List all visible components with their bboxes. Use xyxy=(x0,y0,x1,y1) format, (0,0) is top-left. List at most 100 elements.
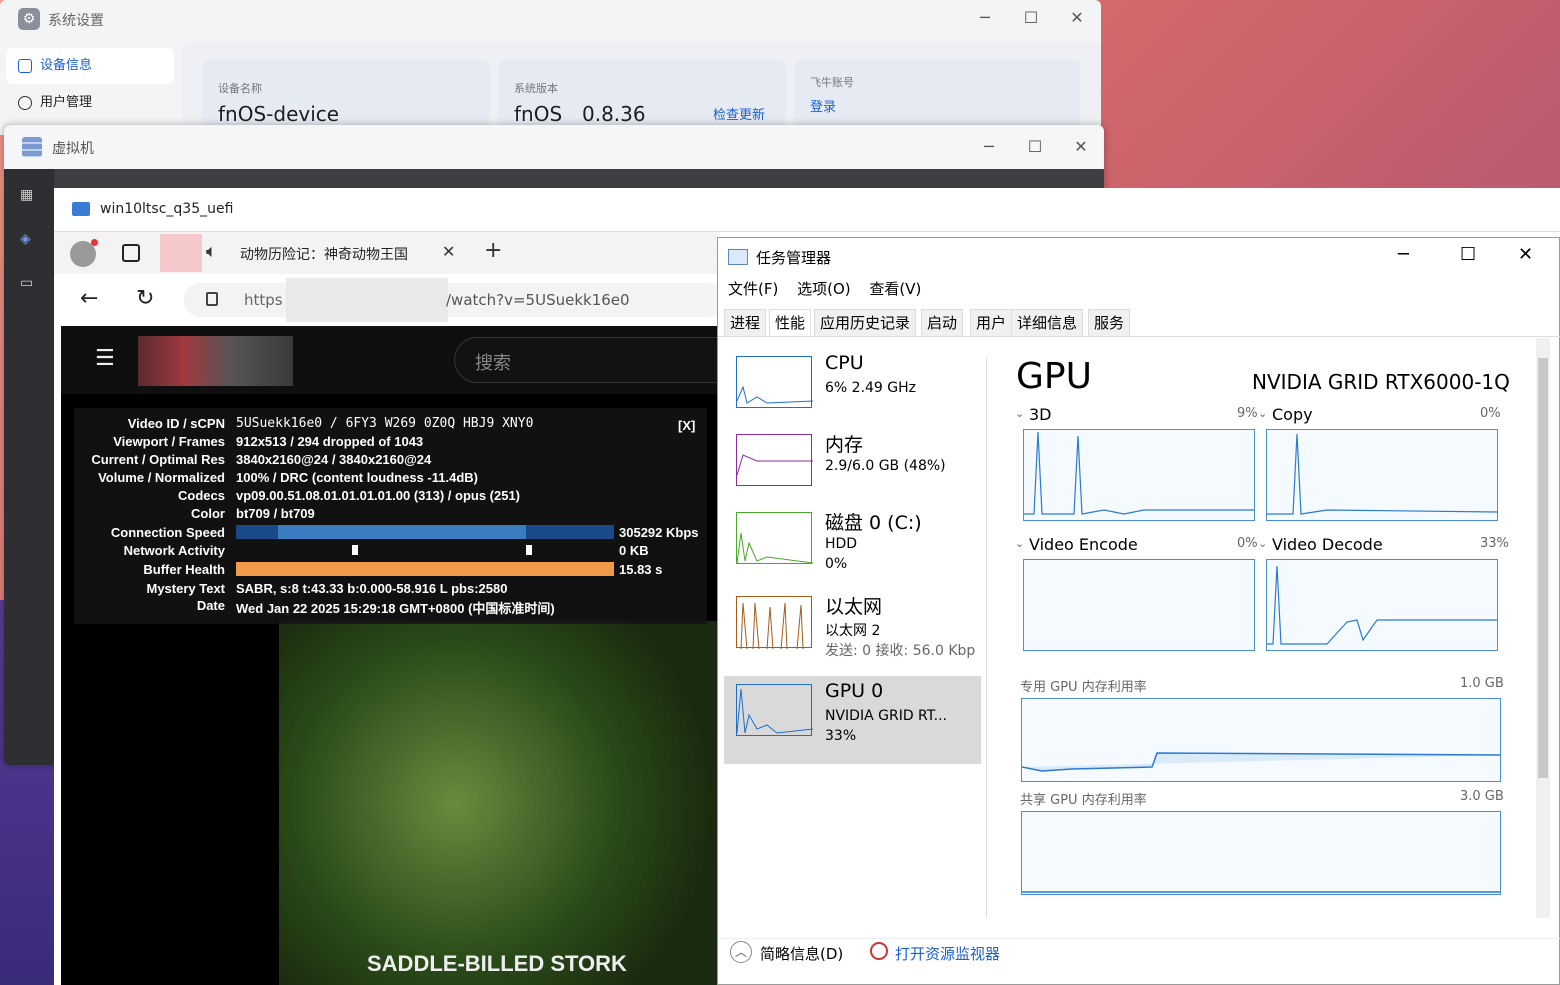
tab-title[interactable]: 动物历险记：神奇动物王国 xyxy=(240,244,430,264)
system-settings-window: ⚙ 系统设置 ─ ☐ ✕ 设备信息 用户管理 设备名称 fnOS-device … xyxy=(0,0,1101,135)
shared-memory-graph xyxy=(1021,811,1501,895)
chevron-down-icon[interactable]: ⌄ xyxy=(1258,407,1267,420)
perf-item[interactable]: CPU 6% 2.49 GHz xyxy=(724,348,981,436)
minimize-button[interactable]: ─ xyxy=(962,8,1008,27)
engine-label[interactable]: 3D xyxy=(1029,405,1052,424)
stats-key: Connection Speed xyxy=(110,525,225,540)
tab-0[interactable]: 进程 xyxy=(724,309,767,337)
stats-row: Volume / Normalized 100% / DRC (content l… xyxy=(74,470,707,488)
network-activity-bar xyxy=(236,543,614,557)
url-redacted xyxy=(286,278,448,322)
perf-item[interactable]: 以太网 以太网 2 发送: 0 接收: 56.0 Kbp xyxy=(724,588,981,676)
stats-value: SABR, s:8 t:43.33 b:0.000-58.916 L pbs:2… xyxy=(236,581,508,596)
window-title: win10ltsc_q35_uefi xyxy=(100,201,234,217)
footer: ︿ 简略信息(D) 打开资源监视器 xyxy=(718,938,1560,982)
engine-label[interactable]: Video Decode xyxy=(1272,535,1383,554)
os-version-value: 0.8.36 xyxy=(582,102,646,126)
title-bar[interactable]: ⚙ 系统设置 ─ ☐ ✕ xyxy=(0,0,1101,38)
title-bar[interactable]: win10ltsc_q35_uefi xyxy=(54,188,1560,232)
engine-label[interactable]: Copy xyxy=(1272,405,1313,424)
tab-2[interactable]: 应用历史记录 xyxy=(814,309,917,337)
video-caption: SADDLE-BILLED STORK xyxy=(367,951,627,976)
perf-thumbnail-graph xyxy=(736,512,814,564)
menu-view[interactable]: 查看(V) xyxy=(869,280,921,298)
browser-tab-bar: 🔈︎ 动物历险记：神奇动物王国 ✕ + xyxy=(54,232,718,274)
tab-1[interactable]: 性能 xyxy=(769,309,812,337)
back-icon[interactable]: ← xyxy=(80,286,98,311)
open-resource-monitor-link[interactable]: 打开资源监视器 xyxy=(895,943,1000,964)
perf-item-text: CPU xyxy=(825,352,864,374)
menu-options[interactable]: 选项(O) xyxy=(797,280,851,298)
perf-item-text: HDD xyxy=(825,536,858,552)
perf-item-text: 以太网 xyxy=(825,596,883,618)
dedicated-memory-max: 1.0 GB xyxy=(1460,676,1504,691)
dedicated-memory-graph xyxy=(1021,698,1501,782)
title-bar[interactable]: 虚拟机 ─ ☐ ✕ xyxy=(4,125,1104,169)
device-name-card: 设备名称 fnOS-device xyxy=(202,60,490,135)
maximize-button[interactable]: ☐ xyxy=(1008,8,1054,27)
browser-address-row: ← ↻ https /watch?v=5USuekk16e0 xyxy=(54,274,724,326)
sidebar-item-user-management[interactable]: 用户管理 xyxy=(6,85,174,121)
fewer-details-link[interactable]: 简略信息(D) xyxy=(760,943,843,964)
close-tab-icon[interactable]: ✕ xyxy=(442,242,455,261)
chevron-down-icon[interactable]: ⌄ xyxy=(1015,407,1024,420)
perf-item-text: 磁盘 0 (C:) xyxy=(825,512,922,534)
tab-5[interactable]: 详细信息 xyxy=(1011,309,1084,337)
os-name-value: fnOS xyxy=(514,102,563,126)
cube-icon[interactable]: ◈ xyxy=(20,231,31,247)
chevron-down-icon[interactable]: ⌄ xyxy=(1015,537,1024,550)
maximize-button[interactable]: ☐ xyxy=(1012,137,1058,156)
grid-icon[interactable]: ▦ xyxy=(20,187,33,203)
stats-key: Mystery Text xyxy=(146,581,225,596)
sidebar-item-device-info[interactable]: 设备信息 xyxy=(6,48,174,84)
address-bar[interactable]: https /watch?v=5USuekk16e0 xyxy=(184,278,724,322)
tab-6[interactable]: 服务 xyxy=(1088,309,1131,337)
engine-percent: 0% xyxy=(1480,406,1501,421)
disk-icon[interactable]: ▭ xyxy=(20,275,33,291)
minimize-button[interactable]: ─ xyxy=(1398,244,1409,265)
perf-item[interactable]: GPU 0 NVIDIA GRID RT... 33% xyxy=(724,676,981,764)
perf-item-text: 内存 xyxy=(825,434,864,456)
stats-key: Volume / Normalized xyxy=(98,470,225,485)
close-button[interactable]: ✕ xyxy=(1054,8,1100,27)
perf-thumbnail-graph xyxy=(736,356,814,408)
video-frame: SADDLE-BILLED STORK xyxy=(279,621,721,985)
chevron-down-icon[interactable]: ⌄ xyxy=(1258,537,1267,550)
speaker-icon[interactable]: 🔈︎ xyxy=(206,241,217,262)
search-input[interactable]: 搜索 xyxy=(454,337,754,383)
tab-content-border xyxy=(718,336,1560,337)
stats-row: Mystery Text SABR, s:8 t:43.33 b:0.000-58… xyxy=(74,581,707,599)
perf-item[interactable]: 内存 2.9/6.0 GB (48%) xyxy=(724,426,981,514)
collapse-icon[interactable]: ︿ xyxy=(730,941,752,963)
tab-favicon xyxy=(160,234,202,272)
minimize-button[interactable]: ─ xyxy=(966,137,1012,156)
stats-row: Date Wed Jan 22 2025 15:29:18 GMT+0800 (中… xyxy=(74,598,707,616)
perf-item[interactable]: 磁盘 0 (C:) HDD 0% xyxy=(724,504,981,592)
menu-icon[interactable]: ☰ xyxy=(95,346,115,371)
engine-label[interactable]: Video Encode xyxy=(1029,535,1138,554)
stats-value: 3840x2160@24 / 3840x2160@24 xyxy=(236,452,432,467)
close-button[interactable]: ✕ xyxy=(1518,244,1533,265)
tab-actions-icon[interactable] xyxy=(122,244,140,262)
maximize-button[interactable]: ☐ xyxy=(1460,244,1476,265)
tab-3[interactable]: 启动 xyxy=(921,309,964,337)
login-link[interactable]: 登录 xyxy=(810,96,836,115)
menu-file[interactable]: 文件(F) xyxy=(728,280,778,298)
youtube-header: ☰ 搜索 xyxy=(61,326,754,394)
window-title: 任务管理器 xyxy=(756,249,832,267)
scrollbar[interactable] xyxy=(1536,338,1550,918)
stats-row: Codecs vp09.00.51.08.01.01.01.01.00 (313)… xyxy=(74,488,707,506)
shared-memory-label: 共享 GPU 内存利用率 xyxy=(1020,793,1147,808)
tab-4[interactable]: 用户 xyxy=(970,309,1013,337)
close-button[interactable]: ✕ xyxy=(1058,137,1104,156)
settings-icon: ⚙ xyxy=(18,8,40,30)
perf-item-text: 发送: 0 接收: 56.0 Kbp xyxy=(825,643,976,659)
new-tab-icon[interactable]: + xyxy=(484,238,502,263)
stats-row: Viewport / Frames 912x513 / 294 dropped o… xyxy=(74,434,707,452)
resource-monitor-icon xyxy=(870,942,888,960)
system-version-card: 系统版本 fnOS 0.8.36 检查更新 xyxy=(498,60,786,135)
connection-speed-bar xyxy=(236,525,614,539)
refresh-icon[interactable]: ↻ xyxy=(136,286,154,311)
check-update-link[interactable]: 检查更新 xyxy=(713,104,765,123)
window-title: 虚拟机 xyxy=(52,141,94,157)
